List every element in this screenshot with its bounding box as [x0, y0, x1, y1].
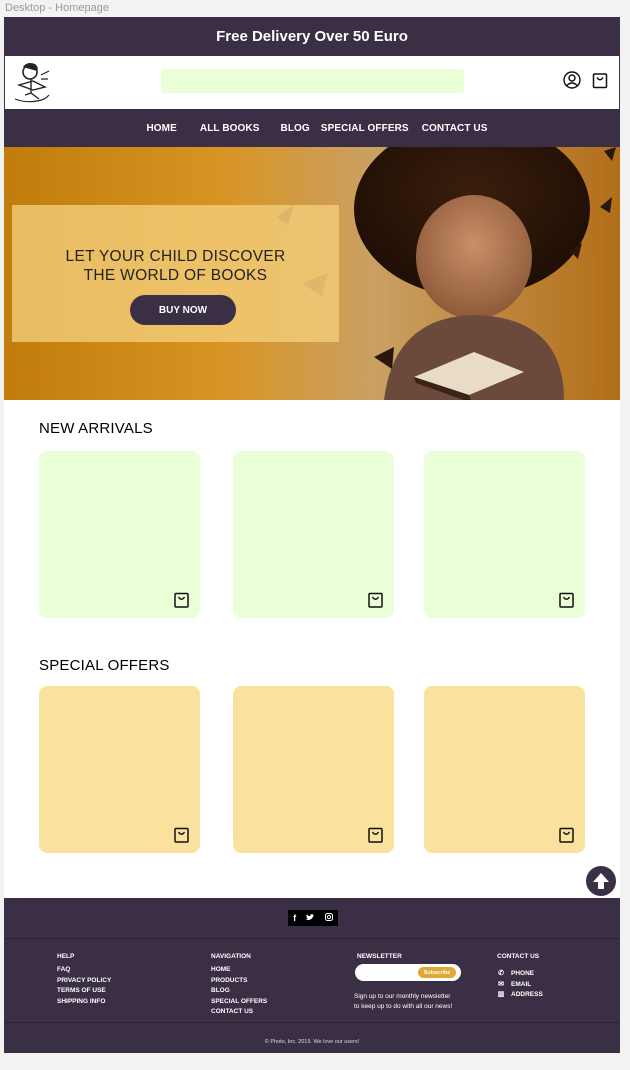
email-icon: ✉ — [498, 980, 504, 988]
footer-contact-title: CONTACT US — [497, 953, 540, 960]
footer-link[interactable]: TERMS OF USE — [57, 986, 111, 996]
nav-blog[interactable]: BLOG — [281, 123, 310, 134]
footer-navigation: NAVIGATION HOME PRODUCTS BLOG SPECIAL OF… — [211, 952, 267, 1017]
footer-link[interactable]: BLOG — [211, 986, 267, 996]
contact-address[interactable]: ▥ ADDRESS — [497, 990, 543, 1000]
promo-bar: Free Delivery Over 50 Euro — [4, 17, 620, 55]
instagram-icon[interactable] — [324, 913, 333, 923]
footer-link[interactable]: FAQ — [57, 965, 111, 975]
newsletter-text-line-2: to keep up to do with all our news! — [354, 1003, 453, 1010]
footer-link[interactable]: PRODUCTS — [211, 976, 267, 986]
contact-address-label: ADDRESS — [511, 991, 543, 999]
newsletter-email-input[interactable]: Subscribe — [355, 964, 461, 981]
cart-icon[interactable] — [559, 827, 574, 843]
nav-all-books[interactable]: ALL BOOKS — [200, 123, 260, 134]
footer-link[interactable]: CONTACT US — [211, 1007, 267, 1017]
footer-link[interactable]: HOME — [211, 965, 267, 975]
hero-line-1: LET YOUR CHILD DISCOVER — [65, 248, 286, 265]
cart-icon[interactable] — [174, 827, 189, 843]
main-nav: HOME ALL BOOKS BLOG SPECIAL OFFERS CONTA… — [4, 110, 620, 147]
phone-icon: ✆ — [498, 970, 504, 978]
new-arrivals-title: NEW ARRIVALS — [39, 420, 153, 437]
nav-home[interactable]: HOME — [146, 123, 176, 134]
offer-card[interactable] — [39, 686, 200, 853]
facebook-icon[interactable]: f — [293, 913, 296, 923]
footer-help-title: HELP — [57, 953, 75, 960]
copyright: © Photo, Inc. 2019. We love our users! — [264, 1039, 360, 1045]
footer-newsletter-title: NEWSLETTER — [357, 953, 402, 960]
special-offers-title: SPECIAL OFFERS — [39, 657, 170, 674]
footer-divider — [4, 938, 620, 939]
arrow-up-icon — [593, 873, 609, 889]
offer-card[interactable] — [424, 686, 585, 853]
contact-phone[interactable]: ✆ PHONE — [497, 969, 543, 979]
homepage-frame: Free Delivery Over 50 Euro HOME ALL BOOK… — [4, 17, 620, 1053]
nav-contact-us[interactable]: CONTACT US — [422, 123, 488, 134]
subscribe-button[interactable]: Subscribe — [418, 967, 456, 978]
product-card[interactable] — [233, 451, 394, 618]
frame-label: Desktop - Homepage — [5, 2, 109, 14]
newsletter-text-line-1: Sign up to our monthly newsletter — [354, 993, 451, 1000]
product-card[interactable] — [39, 451, 200, 618]
cart-icon[interactable] — [559, 592, 574, 608]
scroll-to-top-button[interactable] — [586, 866, 616, 896]
hero-overlay: LET YOUR CHILD DISCOVER THE WORLD OF BOO… — [12, 205, 339, 342]
site-header — [4, 55, 620, 110]
hero-headline: LET YOUR CHILD DISCOVER THE WORLD OF BOO… — [12, 247, 339, 285]
hero-line-2: THE WORLD OF BOOKS — [83, 267, 268, 284]
search-input[interactable] — [161, 69, 464, 93]
hero-banner: LET YOUR CHILD DISCOVER THE WORLD OF BOO… — [4, 147, 620, 400]
footer-link[interactable]: PRIVACY POLICY — [57, 976, 111, 986]
buy-now-button[interactable]: BUY NOW — [130, 295, 236, 325]
footer-help: HELP FAQ PRIVACY POLICY TERMS OF USE SHI… — [57, 952, 111, 1007]
footer-navigation-title: NAVIGATION — [211, 953, 251, 960]
logo-icon[interactable] — [11, 59, 53, 107]
user-icon[interactable] — [563, 71, 581, 89]
nav-special-offers[interactable]: SPECIAL OFFERS — [321, 123, 409, 134]
cart-icon[interactable] — [368, 592, 383, 608]
twitter-icon[interactable] — [306, 913, 315, 923]
contact-email-label: EMAIL — [511, 980, 532, 988]
newsletter-text: Sign up to our monthly newsletter to kee… — [354, 992, 452, 1012]
footer-divider — [4, 1022, 620, 1023]
contact-email[interactable]: ✉ EMAIL — [497, 980, 543, 990]
site-footer: f HELP FAQ PRIVACY POLICY TERMS OF USE S… — [4, 898, 620, 1053]
footer-contact: CONTACT US ✆ PHONE ✉ EMAIL ▥ ADDRESS — [497, 952, 543, 1001]
social-links: f — [288, 910, 338, 926]
footer-link[interactable]: SHIPPING INFO — [57, 997, 111, 1007]
building-icon: ▥ — [497, 991, 505, 999]
offer-card[interactable] — [233, 686, 394, 853]
contact-phone-label: PHONE — [511, 970, 535, 978]
cart-icon[interactable] — [591, 71, 609, 89]
cart-icon[interactable] — [174, 592, 189, 608]
product-card[interactable] — [424, 451, 585, 618]
footer-link[interactable]: SPECIAL OFFERS — [211, 997, 267, 1007]
cart-icon[interactable] — [368, 827, 383, 843]
